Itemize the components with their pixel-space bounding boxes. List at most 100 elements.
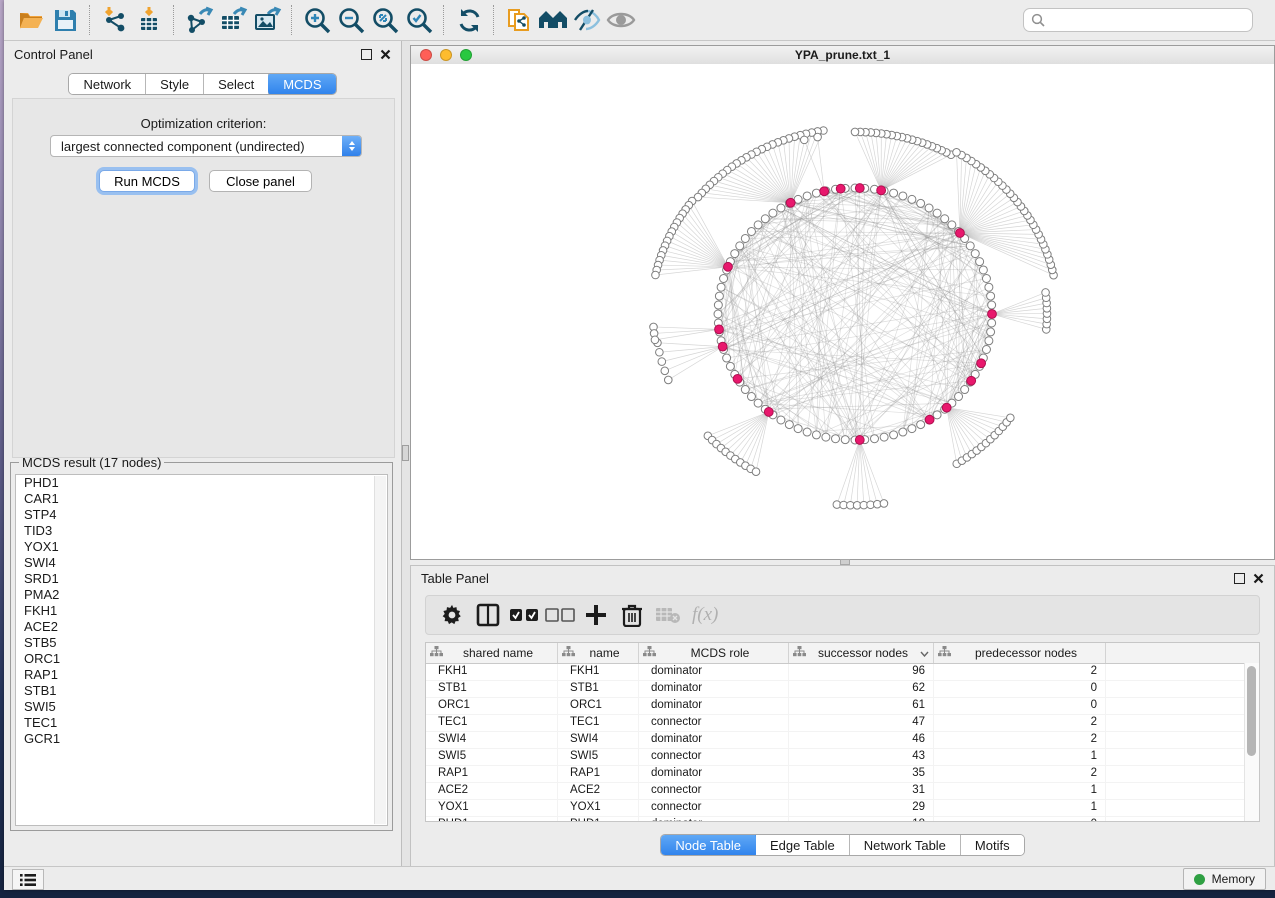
table-row[interactable]: STB1STB1dominator620 xyxy=(426,681,1259,698)
column-header-shared-name[interactable]: shared name xyxy=(426,643,558,663)
mcds-hub-node[interactable] xyxy=(925,415,934,424)
function-builder-icon[interactable]: f(x) xyxy=(692,604,718,626)
table-cell[interactable]: 18 xyxy=(789,817,934,822)
table-cell[interactable]: 61 xyxy=(789,698,934,714)
zoom-out-icon[interactable] xyxy=(334,3,368,37)
ring-node[interactable] xyxy=(754,399,762,407)
ring-node[interactable] xyxy=(726,362,734,370)
ring-node[interactable] xyxy=(736,242,744,250)
ring-node[interactable] xyxy=(908,425,916,433)
table-cell[interactable]: 2 xyxy=(934,766,1106,782)
network-canvas[interactable] xyxy=(411,64,1274,559)
ring-node[interactable] xyxy=(985,283,993,291)
ring-node[interactable] xyxy=(925,204,933,212)
table-cell[interactable]: dominator xyxy=(639,681,789,697)
table-row[interactable]: PHD1PHD1dominator180 xyxy=(426,817,1259,822)
run-mcds-button[interactable]: Run MCDS xyxy=(99,170,195,192)
leaf-node[interactable] xyxy=(656,348,664,356)
table-cell[interactable]: dominator xyxy=(639,664,789,680)
ring-node[interactable] xyxy=(961,386,969,394)
network-graph[interactable] xyxy=(411,64,1274,559)
open-session-icon[interactable] xyxy=(14,3,48,37)
refresh-layout-icon[interactable] xyxy=(452,3,486,37)
column-header-MCDS-role[interactable]: MCDS role xyxy=(639,643,789,663)
result-list-item[interactable]: ACE2 xyxy=(16,619,387,635)
table-cell[interactable]: 35 xyxy=(789,766,934,782)
ring-node[interactable] xyxy=(723,354,731,362)
table-cell[interactable]: connector xyxy=(639,715,789,731)
table-row[interactable]: FKH1FKH1dominator962 xyxy=(426,664,1259,681)
ring-node[interactable] xyxy=(982,345,990,353)
mcds-hub-node[interactable] xyxy=(956,229,965,238)
ring-node[interactable] xyxy=(988,301,996,309)
zoom-selected-icon[interactable] xyxy=(402,3,436,37)
task-history-button[interactable] xyxy=(12,869,44,890)
add-column-icon[interactable] xyxy=(578,599,614,631)
float-panel-icon[interactable] xyxy=(361,49,372,60)
table-cell[interactable]: STB1 xyxy=(558,681,639,697)
table-cell[interactable]: dominator xyxy=(639,766,789,782)
tab-mcds[interactable]: MCDS xyxy=(268,73,336,95)
ring-node[interactable] xyxy=(785,421,793,429)
ring-node[interactable] xyxy=(754,221,762,229)
ring-node[interactable] xyxy=(777,416,785,424)
table-cell[interactable]: SWI4 xyxy=(558,732,639,748)
show-columns-icon[interactable] xyxy=(470,599,506,631)
result-list-item[interactable]: GCR1 xyxy=(16,731,387,747)
mcds-hub-node[interactable] xyxy=(855,184,864,193)
table-cell[interactable]: 2 xyxy=(934,732,1106,748)
result-list-item[interactable]: ORC1 xyxy=(16,651,387,667)
zoom-in-icon[interactable] xyxy=(300,3,334,37)
mcds-hub-node[interactable] xyxy=(764,408,773,417)
mcds-hub-node[interactable] xyxy=(942,403,951,412)
ring-node[interactable] xyxy=(832,435,840,443)
mcds-hub-node[interactable] xyxy=(786,198,795,207)
mcds-hub-node[interactable] xyxy=(967,376,976,385)
result-list-item[interactable]: SWI5 xyxy=(16,699,387,715)
ring-node[interactable] xyxy=(822,433,830,441)
table-cell[interactable]: PHD1 xyxy=(426,817,558,822)
table-cell[interactable]: SWI5 xyxy=(426,749,558,765)
table-cell[interactable]: SWI4 xyxy=(426,732,558,748)
table-cell[interactable]: connector xyxy=(639,800,789,816)
table-scrollbar[interactable] xyxy=(1244,663,1259,821)
tab-node-table[interactable]: Node Table xyxy=(660,834,757,856)
ring-node[interactable] xyxy=(717,283,725,291)
table-cell[interactable]: RAP1 xyxy=(558,766,639,782)
table-cell[interactable]: RAP1 xyxy=(426,766,558,782)
ring-node[interactable] xyxy=(870,435,878,443)
table-cell[interactable]: 47 xyxy=(789,715,934,731)
ring-node[interactable] xyxy=(715,292,723,300)
tab-network-table[interactable]: Network Table xyxy=(850,835,961,855)
table-cell[interactable]: 0 xyxy=(934,681,1106,697)
leaf-node[interactable] xyxy=(651,336,659,344)
ring-node[interactable] xyxy=(880,433,888,441)
result-list-item[interactable]: SRD1 xyxy=(16,571,387,587)
result-list-item[interactable]: CAR1 xyxy=(16,491,387,507)
table-cell[interactable]: connector xyxy=(639,783,789,799)
ring-node[interactable] xyxy=(955,393,963,401)
result-list-item[interactable]: STP4 xyxy=(16,507,387,523)
mcds-hub-node[interactable] xyxy=(715,325,724,334)
ring-node[interactable] xyxy=(714,301,722,309)
table-cell[interactable]: 1 xyxy=(934,800,1106,816)
table-cell[interactable]: YOX1 xyxy=(558,800,639,816)
ring-node[interactable] xyxy=(933,411,941,419)
leaf-node[interactable] xyxy=(1042,289,1050,297)
delete-column-trash-icon[interactable] xyxy=(614,599,650,631)
ring-node[interactable] xyxy=(976,258,984,266)
table-cell[interactable]: dominator xyxy=(639,698,789,714)
ring-node[interactable] xyxy=(841,436,849,444)
ring-node[interactable] xyxy=(917,421,925,429)
ring-node[interactable] xyxy=(747,227,755,235)
table-cell[interactable]: dominator xyxy=(639,732,789,748)
result-list-item[interactable]: TID3 xyxy=(16,523,387,539)
ring-node[interactable] xyxy=(933,209,941,217)
mcds-hub-node[interactable] xyxy=(988,310,997,319)
close-panel-icon[interactable] xyxy=(380,49,391,60)
tab-select[interactable]: Select xyxy=(204,74,269,94)
ring-node[interactable] xyxy=(741,234,749,242)
table-cell[interactable]: TEC1 xyxy=(426,715,558,731)
show-all-icon[interactable] xyxy=(604,3,638,37)
import-table-icon[interactable] xyxy=(132,3,166,37)
